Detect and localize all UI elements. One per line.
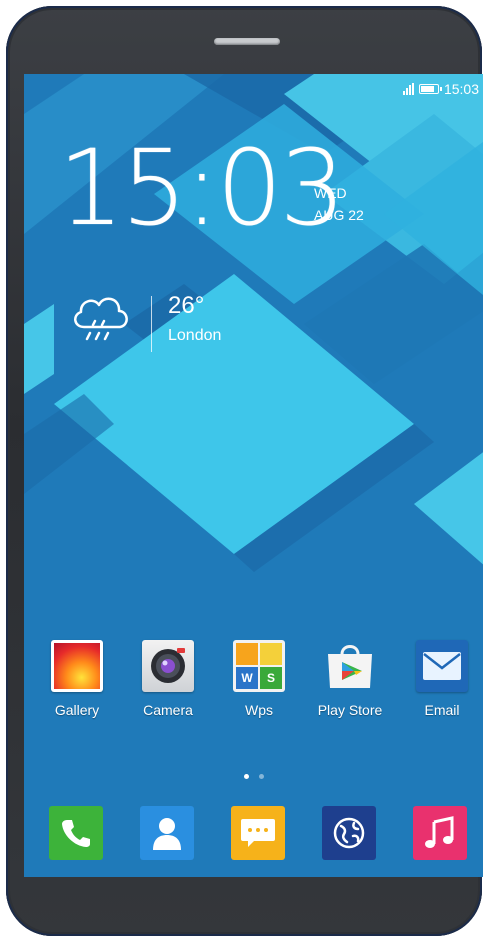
page-indicator [24, 772, 483, 780]
browser-globe-icon[interactable] [322, 806, 376, 860]
dock [24, 806, 483, 862]
app-label: Email [424, 702, 460, 718]
weather-temperature[interactable]: 26° [168, 292, 204, 320]
music-icon[interactable] [413, 806, 467, 860]
contacts-icon[interactable] [140, 806, 194, 860]
status-bar: 15:03 [402, 80, 479, 98]
play-store-icon [324, 640, 376, 692]
clock-day: WED [314, 185, 347, 201]
status-time: 15:03 [443, 81, 479, 97]
app-label: Play Store [317, 702, 383, 718]
wps-office-icon: W S [233, 640, 285, 692]
cloud-rain-icon[interactable] [68, 289, 134, 345]
svg-text:S: S [267, 671, 275, 685]
app-wps[interactable]: W S Wps [214, 640, 304, 718]
clock-widget-date[interactable]: WED AUG 22 [314, 182, 364, 226]
app-gallery[interactable]: Gallery [32, 640, 122, 718]
app-label: Wps [245, 702, 273, 718]
phone-icon[interactable] [49, 806, 103, 860]
clock-widget-time[interactable]: 15:03 [58, 136, 346, 240]
weather-divider [151, 296, 152, 352]
app-play-store[interactable]: Play Store [305, 640, 395, 718]
battery-level [420, 86, 434, 92]
home-screen: 15:03 15:03 WED AUG 22 26° London Galler… [24, 74, 483, 877]
phone-frame: 15:03 15:03 WED AUG 22 26° London Galler… [6, 6, 483, 936]
messaging-icon[interactable] [231, 806, 285, 860]
clock-date: AUG 22 [314, 207, 364, 223]
app-email[interactable]: Email [397, 640, 483, 718]
app-label: Camera [143, 702, 193, 718]
signal-bars-icon [402, 83, 414, 95]
page-dot-active[interactable] [243, 773, 249, 779]
svg-text:W: W [241, 671, 253, 685]
gallery-icon [51, 640, 103, 692]
envelope-icon [416, 640, 468, 692]
camera-icon [142, 640, 194, 692]
weather-city[interactable]: London [168, 326, 221, 346]
app-camera[interactable]: Camera [123, 640, 213, 718]
battery-icon [418, 84, 442, 94]
app-row: Gallery Camera W S Wps Play Store Email [24, 640, 483, 730]
app-label: Gallery [54, 702, 100, 718]
earpiece-speaker [214, 38, 280, 45]
page-dot[interactable] [258, 773, 264, 779]
